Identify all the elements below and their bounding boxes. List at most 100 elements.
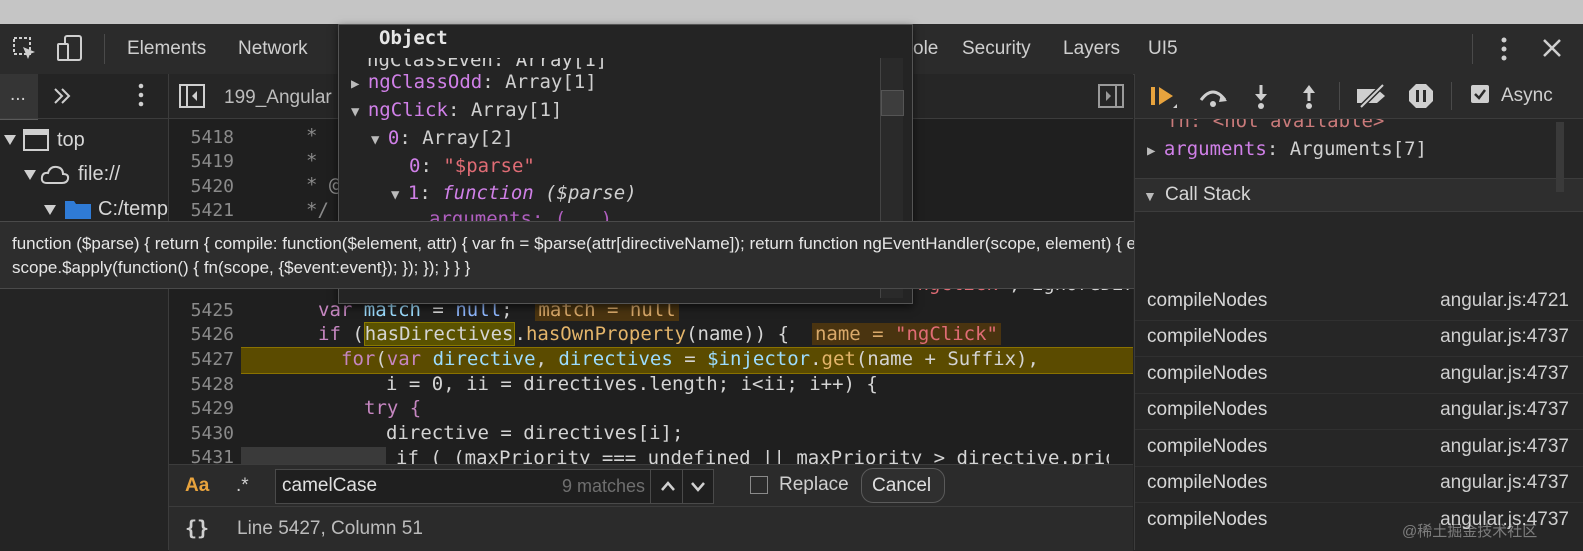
tab-network[interactable]: Network: [238, 38, 308, 60]
toolbar-divider: [1339, 82, 1340, 110]
prop-key: 1: [407, 182, 420, 204]
horizontal-scrollbar[interactable]: [241, 447, 386, 464]
frame-function: compileNodes: [1147, 436, 1268, 457]
frame-function: compileNodes: [1147, 326, 1268, 347]
expand-triangle-icon[interactable]: [43, 203, 57, 217]
navigator-panel: ... top file:// C:/temp: [0, 74, 169, 550]
toolbar-divider: [1472, 34, 1473, 64]
tree-item-top[interactable]: top: [57, 129, 85, 152]
sidebar-scrollbar[interactable]: [1556, 122, 1564, 192]
call-stack-frame[interactable]: compileNodes angular.js:4737: [1135, 466, 1583, 503]
line-number: 5425: [190, 300, 234, 321]
code-line-5421: */: [306, 199, 329, 221]
popover-row-index0[interactable]: ▼ 0: Array[2]: [371, 127, 514, 149]
chevron-double-right-icon[interactable]: [52, 86, 72, 106]
frame-location: angular.js:4737: [1440, 363, 1569, 384]
code-line-5419: *: [306, 150, 318, 172]
tree-item-file[interactable]: file://: [78, 163, 120, 186]
resume-icon[interactable]: [1149, 84, 1179, 110]
popover-row-ngclick[interactable]: ▼ ngClick: Array[1]: [351, 99, 562, 121]
popover-row-ngclassodd[interactable]: ▶ ngClassOdd: Array[1]: [351, 71, 597, 93]
frame-function: compileNodes: [1147, 472, 1268, 493]
navigator-menu-icon[interactable]: [132, 82, 150, 108]
popover-row-parse: 0: "$parse": [409, 155, 535, 177]
close-icon[interactable]: [1541, 37, 1563, 59]
line-number: 5419: [190, 151, 234, 172]
tab-console[interactable]: ole: [913, 38, 938, 60]
prop-value: Arguments[7]: [1289, 138, 1427, 160]
code-line-5430: directive = directives[i];: [386, 422, 684, 444]
regex-toggle[interactable]: .*: [236, 475, 249, 497]
async-checkbox[interactable]: [1471, 85, 1489, 103]
line-number: 5421: [190, 200, 234, 221]
inline-value-name: name =: [814, 323, 896, 345]
chevron-up-icon: [661, 481, 675, 491]
tab-ui5[interactable]: UI5: [1148, 38, 1178, 60]
frame-function: compileNodes: [1147, 399, 1268, 420]
find-previous-button[interactable]: [650, 470, 683, 503]
popover-row-function[interactable]: ▼ 1: function ($parse): [391, 182, 637, 204]
cancel-label: Cancel: [872, 475, 932, 496]
prop-key: ngClassOdd: [367, 71, 483, 93]
replace-checkbox[interactable]: [750, 476, 768, 494]
tab-layers[interactable]: Layers: [1063, 38, 1120, 60]
collapse-triangle-icon: ▼: [1143, 188, 1157, 204]
popover-title: Object: [379, 27, 448, 49]
step-into-icon[interactable]: [1251, 83, 1271, 109]
cursor-position: Line 5427, Column 51: [237, 518, 423, 539]
call-stack-frame[interactable]: compileNodes angular.js:4737: [1135, 320, 1583, 357]
find-bar: Aa .* camelCase 9 matches Replace Cancel: [169, 464, 1133, 507]
scope-row-cut: fn: <not available>: [1167, 119, 1385, 131]
tree-item-folder[interactable]: C:/temp: [98, 198, 168, 221]
toggle-debugger-icon[interactable]: [1098, 84, 1124, 108]
code-line-5429: try {: [364, 397, 422, 419]
scope-row-cut-clip: fn: <not available>: [1135, 119, 1555, 131]
popover-row-cut-text: ngClassEven: Array[1]: [367, 58, 608, 71]
line-number: 5427: [190, 349, 234, 370]
call-stack-frame[interactable]: compileNodes angular.js:4737: [1135, 357, 1583, 394]
editor-status-bar: {} Line 5427, Column 51: [169, 506, 1133, 551]
async-label: Async: [1501, 85, 1553, 106]
expand-triangle-icon[interactable]: [3, 133, 17, 147]
checkmark-icon: [1474, 89, 1486, 100]
pause-on-exceptions-icon[interactable]: [1407, 82, 1435, 110]
toggle-navigator-icon[interactable]: [179, 84, 205, 108]
inspect-element-icon[interactable]: [12, 36, 38, 62]
frame-function: compileNodes: [1147, 290, 1268, 311]
popover-scrollbar-thumb[interactable]: [881, 90, 904, 116]
call-stack-frame[interactable]: compileNodes angular.js:4721: [1135, 284, 1583, 321]
frame-function: compileNodes: [1147, 363, 1268, 384]
navigator-tab-more[interactable]: ...: [0, 74, 38, 120]
frame-location: angular.js:4721: [1440, 290, 1569, 311]
search-field[interactable]: camelCase 9 matches: [275, 469, 714, 504]
device-toggle-icon[interactable]: [56, 34, 84, 64]
cloud-icon: [40, 165, 70, 184]
step-out-icon[interactable]: [1299, 83, 1319, 109]
tab-elements[interactable]: Elements: [127, 38, 206, 60]
deactivate-breakpoints-icon[interactable]: [1355, 83, 1389, 109]
call-stack-frame[interactable]: compileNodes angular.js:4737: [1135, 430, 1583, 467]
scope-row-arguments[interactable]: ▶ arguments: Arguments[7]: [1147, 138, 1427, 160]
line-number: 5418: [190, 127, 234, 148]
match-case-toggle[interactable]: Aa: [185, 475, 209, 497]
code-line-5418: *: [306, 125, 318, 147]
inline-value-string: "ngClick": [895, 323, 998, 345]
prop-key: arguments: [1163, 138, 1267, 160]
call-stack-frame[interactable]: compileNodes angular.js:4737: [1135, 393, 1583, 430]
toolbar-divider: [104, 34, 105, 64]
frame-icon: [23, 129, 49, 151]
navigator-divider: [0, 118, 168, 119]
expand-triangle-icon[interactable]: [23, 168, 37, 182]
pretty-print-button[interactable]: {}: [185, 516, 209, 540]
call-stack-header[interactable]: ▼ Call Stack: [1135, 178, 1583, 212]
prop-value: "$parse": [443, 155, 535, 177]
chevron-down-icon: [691, 482, 705, 492]
tab-security[interactable]: Security: [962, 38, 1031, 60]
prop-value: Array[1]: [505, 71, 597, 93]
more-options-icon[interactable]: [1494, 36, 1514, 62]
cancel-button[interactable]: Cancel: [861, 468, 945, 503]
step-over-icon[interactable]: [1197, 84, 1229, 108]
editor-file-tab[interactable]: 199_Angular: [224, 87, 332, 109]
find-next-button[interactable]: [682, 470, 713, 503]
search-input[interactable]: camelCase: [282, 475, 377, 497]
